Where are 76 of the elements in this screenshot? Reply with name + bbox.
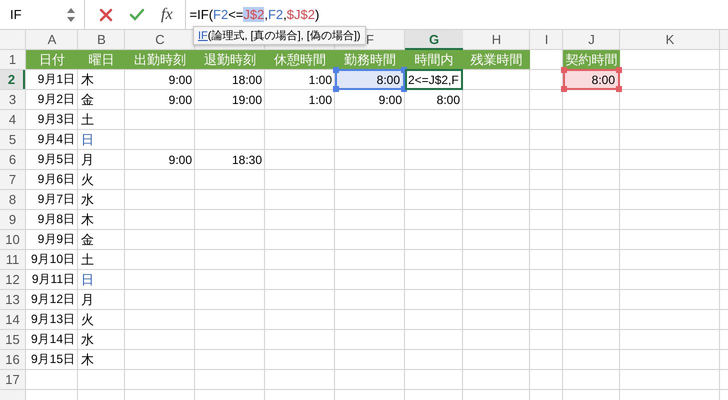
- column-header[interactable]: I: [530, 30, 563, 49]
- table-cell[interactable]: 9月3日: [26, 110, 78, 129]
- column-header[interactable]: B: [78, 30, 125, 49]
- function-button[interactable]: fx: [161, 6, 173, 24]
- table-cell[interactable]: 火: [78, 310, 125, 329]
- table-cell[interactable]: 金: [78, 230, 125, 249]
- row-header[interactable]: 7: [0, 170, 25, 189]
- table-cell[interactable]: 9月4日: [26, 130, 78, 149]
- table-cell[interactable]: 9月14日: [26, 330, 78, 349]
- spinner-icon[interactable]: [66, 6, 76, 22]
- table-cell[interactable]: 日: [78, 270, 125, 289]
- table-cell[interactable]: 9月6日: [26, 170, 78, 189]
- table-cell[interactable]: 9月5日: [26, 150, 78, 169]
- column-header[interactable]: A: [26, 30, 78, 49]
- column-header[interactable]: J: [563, 30, 620, 49]
- table-cell[interactable]: 9:00: [125, 90, 195, 109]
- row-header[interactable]: 16: [0, 350, 25, 369]
- check-icon[interactable]: [129, 8, 145, 22]
- row-header[interactable]: 1: [0, 50, 25, 69]
- table-cell[interactable]: 水: [78, 330, 125, 349]
- table-cell[interactable]: 1:00: [265, 90, 335, 109]
- table-cell[interactable]: 8:00: [563, 69, 620, 90]
- table-cell[interactable]: 9月10日: [26, 250, 78, 269]
- row-header[interactable]: 12: [0, 270, 25, 289]
- row-header[interactable]: 2: [0, 70, 25, 89]
- table-cell[interactable]: 木: [78, 210, 125, 229]
- table-cell[interactable]: 9月8日: [26, 210, 78, 229]
- row-header[interactable]: 10: [0, 230, 25, 249]
- row-header[interactable]: 13: [0, 290, 25, 309]
- formula-input[interactable]: =IF(F2<=J$2,F2,$J$2): [190, 7, 320, 22]
- column-header[interactable]: K: [620, 30, 720, 49]
- table-cell[interactable]: 9:00: [125, 150, 195, 169]
- row-header[interactable]: 3: [0, 90, 25, 109]
- table-cell[interactable]: 9月11日: [26, 270, 78, 289]
- table-cell[interactable]: 18:30: [195, 150, 265, 169]
- row-header[interactable]: 11: [0, 250, 25, 269]
- function-link[interactable]: IF: [198, 30, 208, 42]
- table-cell[interactable]: 土: [78, 110, 125, 129]
- column-header[interactable]: C: [125, 30, 195, 49]
- row-header[interactable]: 14: [0, 310, 25, 329]
- table-cell[interactable]: 月: [78, 290, 125, 309]
- row-header[interactable]: 8: [0, 190, 25, 209]
- row-header[interactable]: 5: [0, 130, 25, 149]
- argument-hint: (論理式, [真の場合], [偽の場合]): [208, 30, 361, 42]
- table-cell[interactable]: 金: [78, 90, 125, 109]
- table-cell[interactable]: 18:00: [195, 70, 265, 89]
- column-header[interactable]: H: [463, 30, 530, 49]
- table-cell[interactable]: 9月2日: [26, 90, 78, 109]
- table-cell[interactable]: 9月7日: [26, 190, 78, 209]
- table-cell[interactable]: 9:00: [125, 70, 195, 89]
- table-cell[interactable]: 8:00: [405, 90, 463, 109]
- table-cell[interactable]: 月: [78, 150, 125, 169]
- row-header[interactable]: 15: [0, 330, 25, 349]
- row-header[interactable]: 6: [0, 150, 25, 169]
- table-cell[interactable]: 木: [78, 70, 125, 89]
- row-header[interactable]: 9: [0, 210, 25, 229]
- table-cell[interactable]: 火: [78, 170, 125, 189]
- table-cell[interactable]: 9月9日: [26, 230, 78, 249]
- editing-cell[interactable]: 2<=J$2,F: [405, 69, 463, 90]
- table-cell[interactable]: 9月15日: [26, 350, 78, 369]
- table-cell[interactable]: 日: [78, 130, 125, 149]
- name-box[interactable]: IF: [0, 0, 66, 29]
- row-header[interactable]: 17: [0, 370, 25, 389]
- table-cell[interactable]: 9月12日: [26, 290, 78, 309]
- table-cell[interactable]: 1:00: [265, 70, 335, 89]
- cancel-icon[interactable]: [99, 8, 113, 22]
- table-cell[interactable]: 19:00: [195, 90, 265, 109]
- table-cell[interactable]: 水: [78, 190, 125, 209]
- row-header[interactable]: 4: [0, 110, 25, 129]
- table-cell[interactable]: 8:00: [335, 69, 405, 90]
- table-cell[interactable]: 木: [78, 350, 125, 369]
- table-cell[interactable]: 土: [78, 250, 125, 269]
- table-cell[interactable]: 9月1日: [26, 70, 78, 89]
- table-cell[interactable]: 9:00: [335, 90, 405, 109]
- column-header[interactable]: G: [405, 30, 463, 50]
- table-cell[interactable]: 9月13日: [26, 310, 78, 329]
